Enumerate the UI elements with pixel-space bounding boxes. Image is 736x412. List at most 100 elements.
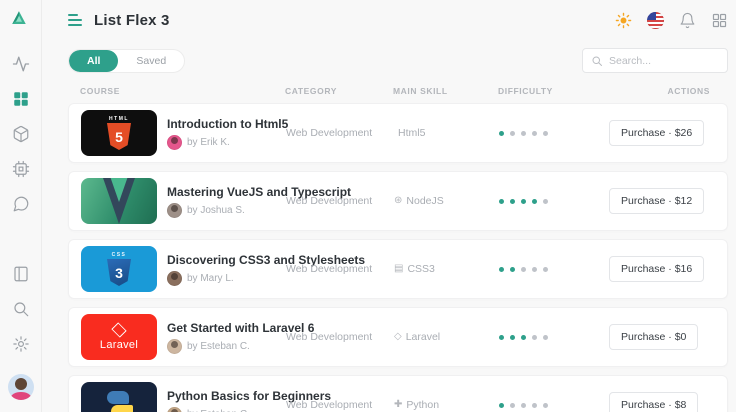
difficulty-dot xyxy=(532,198,537,204)
theme-sun-icon[interactable] xyxy=(615,12,632,29)
purchase-button[interactable]: Purchase · $12 xyxy=(609,188,705,214)
course-row: Python Basics for Beginners by Esteban C… xyxy=(68,375,728,412)
cpu-chip-icon[interactable] xyxy=(12,160,30,178)
author-avatar xyxy=(167,202,182,218)
logo-shape xyxy=(111,405,133,412)
dashboard-grid-icon[interactable] xyxy=(12,90,30,108)
author-avatar xyxy=(167,134,182,150)
difficulty-dot xyxy=(543,130,548,136)
skill-label: NodeJS xyxy=(406,195,444,207)
course-cell: HTML 5 Introduction to Html5 by Erik K. xyxy=(81,110,288,156)
menu-toggle-icon[interactable] xyxy=(68,14,82,26)
sidebar-bottom xyxy=(7,265,34,400)
topbar: List Flex 3 xyxy=(68,0,728,40)
author-name: by Mary L. xyxy=(187,272,234,284)
difficulty-dot xyxy=(499,130,504,136)
category-cell: Web Development xyxy=(286,195,373,207)
topbar-icons xyxy=(615,11,728,29)
course-title[interactable]: Introduction to Html5 xyxy=(167,117,288,131)
search-input[interactable] xyxy=(609,54,719,67)
difficulty-dot xyxy=(532,334,537,340)
difficulty-dot xyxy=(521,266,526,272)
course-logo xyxy=(81,178,157,224)
author-name: by Esteban C. xyxy=(187,340,250,352)
activity-icon[interactable] xyxy=(12,55,30,73)
purchase-button[interactable]: Purchase · $8 xyxy=(609,392,699,412)
column-category: CATEGORY xyxy=(285,86,338,96)
difficulty-dot xyxy=(521,198,526,204)
category-cell: Web Development xyxy=(286,331,373,343)
main-content: List Flex 3 All Saved COURSE CATEGORY MA… xyxy=(42,0,736,412)
difficulty-dot xyxy=(510,334,515,340)
chat-bubble-icon[interactable] xyxy=(12,195,30,213)
difficulty-dot xyxy=(543,266,548,272)
course-row: Mastering VueJS and Typescript by Joshua… xyxy=(68,171,728,231)
apps-grid-icon[interactable] xyxy=(711,12,728,29)
difficulty-dot xyxy=(521,334,526,340)
skill-cell: ▤ CSS3 xyxy=(394,263,499,275)
logo-label: CSS xyxy=(111,252,127,258)
course-logo: CSS 3 xyxy=(81,246,157,292)
package-box-icon[interactable] xyxy=(12,125,30,143)
app-logo[interactable] xyxy=(10,9,32,31)
actions-cell: Purchase · $0 xyxy=(609,324,715,350)
column-difficulty: DIFFICULTY xyxy=(498,86,553,96)
purchase-button[interactable]: Purchase · $26 xyxy=(609,120,705,146)
category-cell: Web Development xyxy=(286,399,373,411)
author-avatar xyxy=(167,406,182,412)
difficulty-dot xyxy=(499,334,504,340)
purchase-button[interactable]: Purchase · $0 xyxy=(609,324,699,350)
skill-cell: ⊛ NodeJS xyxy=(394,195,499,207)
category-cell: Web Development xyxy=(286,263,373,275)
table-header: COURSE CATEGORY MAIN SKILL DIFFICULTY AC… xyxy=(68,73,728,103)
column-course: COURSE xyxy=(80,86,120,96)
difficulty-dot xyxy=(532,130,537,136)
actions-cell: Purchase · $8 xyxy=(609,392,715,412)
course-cell: Mastering VueJS and Typescript by Joshua… xyxy=(81,178,351,224)
logo-word: Laravel xyxy=(99,338,139,351)
logo-badge: 3 xyxy=(107,259,131,286)
logo-shape xyxy=(107,391,129,404)
logo-shape xyxy=(111,321,127,338)
filters-bar: All Saved xyxy=(68,48,728,73)
difficulty-dot xyxy=(499,198,504,204)
column-main-skill: MAIN SKILL xyxy=(393,86,448,96)
course-row: CSS 3 Discovering CSS3 and Stylesheets b… xyxy=(68,239,728,299)
actions-cell: Purchase · $16 xyxy=(609,256,715,282)
difficulty-dot xyxy=(543,402,548,408)
skill-icon: ▤ xyxy=(394,263,404,274)
difficulty-dot xyxy=(521,402,526,408)
skill-cell: ◇ Laravel xyxy=(394,331,499,343)
author-avatar xyxy=(167,270,182,286)
tab-saved[interactable]: Saved xyxy=(118,50,184,72)
course-logo xyxy=(81,382,157,412)
search-box[interactable] xyxy=(582,48,728,73)
search-icon xyxy=(592,56,602,66)
language-flag-icon[interactable] xyxy=(647,11,664,29)
difficulty-dot xyxy=(532,266,537,272)
tab-all[interactable]: All xyxy=(69,49,119,72)
difficulty-dot xyxy=(499,266,504,272)
author-name: by Erik K. xyxy=(187,136,230,148)
layout-panel-icon[interactable] xyxy=(12,265,30,283)
sidebar xyxy=(0,0,42,412)
difficulty-dots xyxy=(499,334,609,340)
course-list: HTML 5 Introduction to Html5 by Erik K. … xyxy=(68,103,728,412)
search-icon[interactable] xyxy=(12,300,30,318)
skill-cell: ✚ Python xyxy=(394,399,499,411)
settings-gear-icon[interactable] xyxy=(12,335,30,353)
skill-icon: ✚ xyxy=(394,399,403,410)
difficulty-dot xyxy=(521,130,526,136)
notifications-bell-icon[interactable] xyxy=(679,12,696,29)
difficulty-dot xyxy=(510,198,515,204)
course-cell: Python Basics for Beginners by Esteban C… xyxy=(81,382,331,412)
skill-label: CSS3 xyxy=(407,263,435,275)
course-cell: Laravel Get Started with Laravel 6 by Es… xyxy=(81,314,314,360)
course-row: HTML 5 Introduction to Html5 by Erik K. … xyxy=(68,103,728,163)
difficulty-dot xyxy=(510,402,515,408)
author-name: by Esteban C. xyxy=(187,409,250,412)
difficulty-dot xyxy=(510,130,515,136)
purchase-button[interactable]: Purchase · $16 xyxy=(609,256,705,282)
page-title: List Flex 3 xyxy=(94,11,170,29)
user-avatar[interactable] xyxy=(7,374,34,400)
